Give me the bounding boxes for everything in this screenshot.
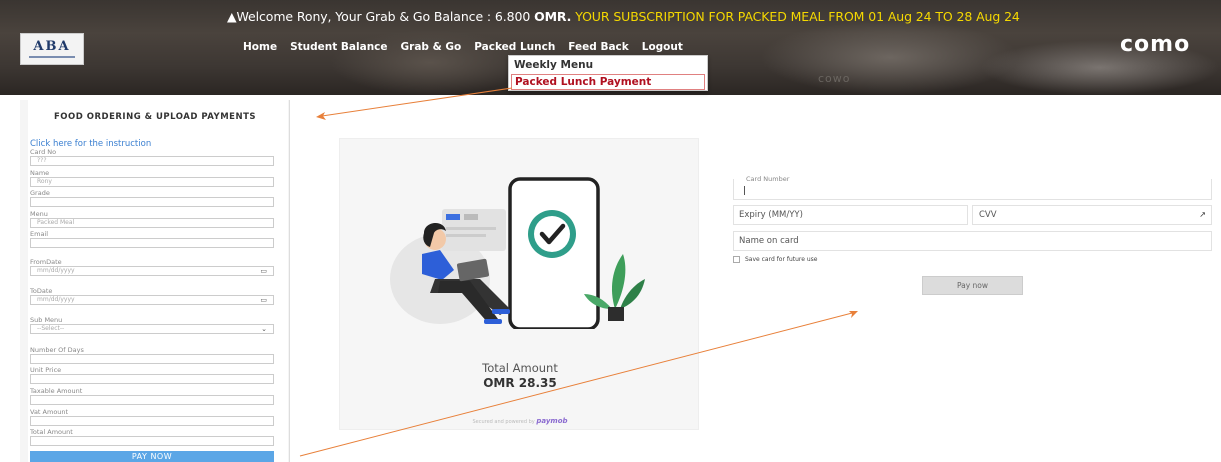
total-amount-value: OMR 28.35	[483, 376, 557, 390]
card-no-input[interactable]: ???	[30, 156, 274, 166]
info-icon[interactable]: ↗	[1199, 206, 1206, 224]
field-label: Card No	[30, 148, 57, 156]
cvv-placeholder: CVV	[979, 210, 997, 220]
vat-amount-input[interactable]	[30, 416, 274, 426]
arrowhead-icon	[849, 311, 858, 318]
field-label: Name	[30, 169, 50, 177]
nav-feed-back[interactable]: Feed Back	[568, 41, 628, 53]
save-card-option[interactable]: Save card for future use	[733, 256, 817, 263]
logo-text: ABA	[33, 39, 71, 54]
field-label: Grade	[30, 189, 50, 197]
calendar-icon[interactable]: ▭	[260, 296, 267, 304]
field-label: Taxable Amount	[30, 387, 83, 395]
food-ordering-panel: FOOD ORDERING & UPLOAD PAYMENTS Click he…	[20, 100, 290, 462]
menu-item-packed-lunch-payment[interactable]: Packed Lunch Payment	[511, 74, 705, 90]
main-nav: Home Student Balance Grab & Go Packed Lu…	[243, 41, 696, 53]
secured-by-notice: Secured and powered by paymob	[340, 417, 700, 425]
card-number-label: Card Number	[744, 175, 792, 183]
welcome-message: ▲Welcome Rony, Your Grab & Go Balance : …	[227, 9, 1020, 24]
total-amount-input[interactable]	[30, 436, 274, 446]
payment-illustration	[390, 177, 645, 329]
total-amount-label: Total Amount	[482, 361, 558, 375]
cvv-input[interactable]: CVV ↗	[972, 205, 1212, 225]
taxable-amount-input[interactable]	[30, 395, 274, 405]
paymob-logo: paymob	[536, 417, 568, 425]
expiry-input[interactable]: Expiry (MM/YY)	[733, 205, 968, 225]
subscription-notice: YOUR SUBSCRIPTION FOR PACKED MEAL FROM 0…	[571, 9, 1020, 24]
panel-title: FOOD ORDERING & UPLOAD PAYMENTS	[53, 112, 257, 122]
unit-price-input[interactable]	[30, 374, 274, 384]
pay-now-button-left[interactable]: PAY NOW	[30, 451, 274, 462]
from-date-input[interactable]: mm/dd/yyyy ▭	[30, 266, 274, 276]
field-label: FromDate	[30, 258, 62, 266]
text-caret	[744, 186, 745, 195]
save-card-label: Save card for future use	[745, 256, 818, 263]
field-label: ToDate	[30, 287, 53, 295]
field-label: Number Of Days	[30, 346, 84, 354]
nav-packed-lunch[interactable]: Packed Lunch	[474, 41, 555, 53]
sub-menu-select[interactable]: --Select-- ⌄	[30, 324, 274, 334]
save-card-checkbox[interactable]	[733, 256, 740, 263]
page: ▲Welcome Rony, Your Grab & Go Balance : …	[0, 0, 1221, 462]
balance-text: Welcome Rony, Your Grab & Go Balance : 6…	[236, 9, 535, 24]
field-label: Sub Menu	[30, 316, 63, 324]
arrowhead-icon	[316, 112, 326, 120]
balance-currency: OMR.	[534, 9, 572, 24]
user-icon: ▲	[227, 9, 237, 24]
payment-summary-card: Total Amount OMR 28.35 Secured and power…	[339, 138, 699, 430]
brand-logo-text: como	[1120, 32, 1191, 57]
menu-input[interactable]: Packed Meal	[30, 218, 274, 228]
to-date-placeholder: mm/dd/yyyy	[37, 296, 75, 303]
nav-home[interactable]: Home	[243, 41, 277, 53]
school-logo[interactable]: ABA	[20, 33, 84, 65]
field-label: Menu	[30, 210, 48, 218]
to-date-input[interactable]: mm/dd/yyyy ▭	[30, 295, 274, 305]
nav-grab-and-go[interactable]: Grab & Go	[401, 41, 462, 53]
nav-logout[interactable]: Logout	[642, 41, 683, 53]
field-label: Unit Price	[30, 366, 62, 374]
packed-lunch-dropdown: Weekly Menu Packed Lunch Payment	[508, 55, 708, 91]
calendar-icon[interactable]: ▭	[260, 267, 267, 275]
menu-item-weekly-menu[interactable]: Weekly Menu	[514, 59, 593, 71]
background-watermark: cowo	[818, 72, 851, 85]
from-date-placeholder: mm/dd/yyyy	[37, 267, 75, 274]
field-label: Vat Amount	[30, 408, 69, 416]
chevron-down-icon: ⌄	[261, 325, 267, 333]
email-input[interactable]	[30, 238, 274, 248]
card-number-input[interactable]	[733, 179, 1212, 200]
grade-input[interactable]	[30, 197, 274, 207]
pay-now-button[interactable]: Pay now	[922, 276, 1023, 295]
field-label: Email	[30, 230, 49, 238]
field-label: Total Amount	[30, 428, 73, 436]
name-on-card-input[interactable]: Name on card	[733, 231, 1212, 251]
secured-text: Secured and powered by	[472, 419, 537, 425]
name-input[interactable]: Rony	[30, 177, 274, 187]
nav-student-balance[interactable]: Student Balance	[290, 41, 387, 53]
sub-menu-selected: --Select--	[37, 325, 65, 332]
number-of-days-input[interactable]	[30, 354, 274, 364]
